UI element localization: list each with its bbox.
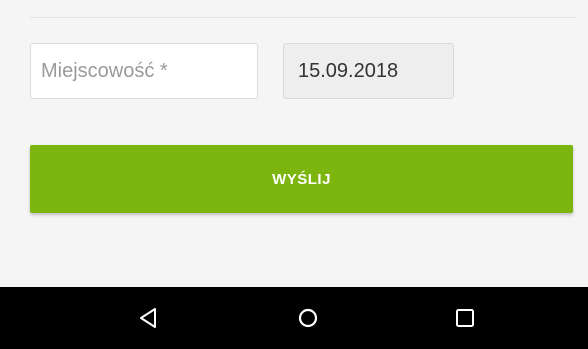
submit-button[interactable]: WYŚLIJ xyxy=(30,145,573,213)
back-button[interactable] xyxy=(113,287,183,349)
home-circle-icon xyxy=(298,308,318,328)
city-input[interactable] xyxy=(30,43,258,99)
home-button[interactable] xyxy=(273,287,343,349)
form-screen: 15.09.2018 WYŚLIJ xyxy=(0,0,588,349)
navigation-bar xyxy=(0,287,588,349)
date-field[interactable]: 15.09.2018 xyxy=(283,43,454,99)
top-divider xyxy=(30,17,575,18)
back-triangle-icon xyxy=(140,308,156,328)
recents-button[interactable] xyxy=(430,287,500,349)
recents-square-icon xyxy=(456,309,474,327)
